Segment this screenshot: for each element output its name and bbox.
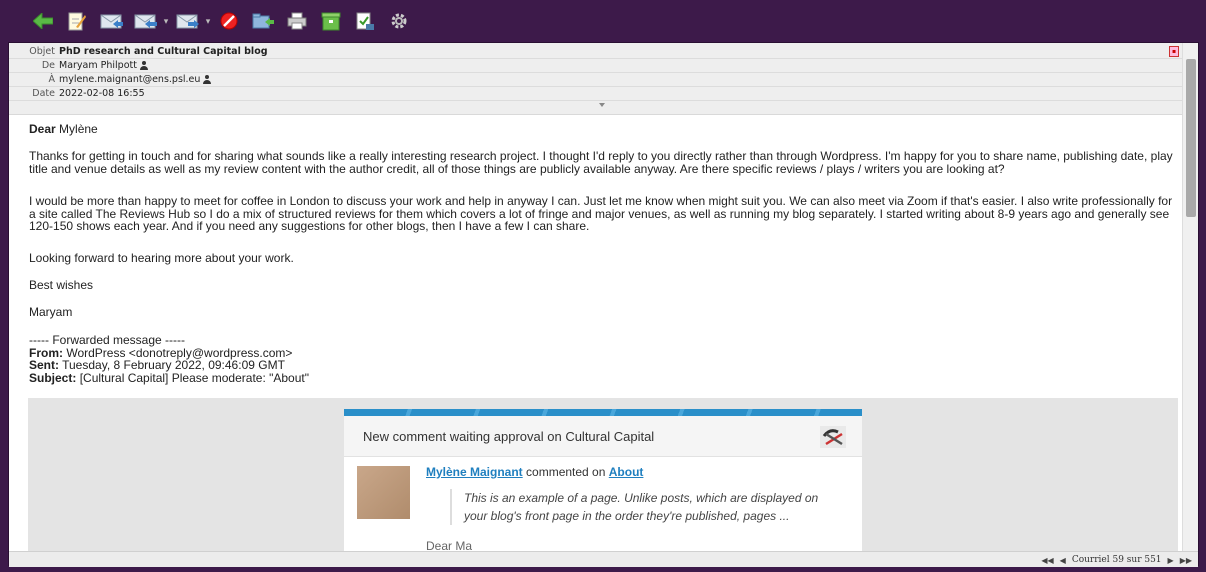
contact-icon[interactable] <box>203 75 212 84</box>
forward-icon[interactable] <box>170 6 204 36</box>
greeting-name: Mylène <box>59 122 98 136</box>
pdf-icon[interactable]: ▪ <box>1169 46 1179 57</box>
greeting: Dear Mylène <box>29 123 1179 136</box>
greeting-word: Dear <box>29 122 56 136</box>
comment-line: Mylène Maignant commented on About <box>426 465 643 479</box>
mark-icon[interactable] <box>348 6 382 36</box>
to-row: À mylene.maignant@ens.psl.eu <box>9 73 1183 87</box>
paragraph-3: Looking forward to hearing more about yo… <box>29 251 294 265</box>
toolbar: ▾ ▾ <box>0 0 1206 42</box>
forwarded-header: ----- Forwarded message ----- From: Word… <box>29 334 1179 384</box>
from-row: De Maryam Philpott <box>9 59 1183 73</box>
block-icon[interactable] <box>212 6 246 36</box>
from-label: De <box>41 60 55 71</box>
next-message-icon[interactable]: ▶ <box>1168 556 1174 565</box>
message-counter: Courriel 59 sur 551 <box>1071 555 1162 565</box>
comment-quote: This is an example of a page. Unlike pos… <box>450 489 840 525</box>
compose-icon[interactable] <box>60 6 94 36</box>
message-header: Objet PhD research and Cultural Capital … <box>9 43 1183 115</box>
forward-dropdown-icon[interactable]: ▾ <box>204 6 212 36</box>
notification-card: New comment waiting approval on Cultural… <box>344 409 862 551</box>
site-logo-icon <box>820 426 846 448</box>
to-value[interactable]: mylene.maignant@ens.psl.eu <box>59 74 212 85</box>
commenter-link[interactable]: Mylène Maignant <box>426 465 523 479</box>
contact-icon[interactable] <box>139 61 148 70</box>
signoff: Best wishes <box>29 278 94 292</box>
print-icon[interactable] <box>280 6 314 36</box>
card-stripe <box>344 409 862 416</box>
embedded-notification: New comment waiting approval on Cultural… <box>28 398 1178 551</box>
card-header: New comment waiting approval on Cultural… <box>344 416 862 457</box>
comment-body-cut: Dear Ma <box>426 539 473 551</box>
expand-header-icon[interactable] <box>599 103 605 107</box>
message-viewer: Objet PhD research and Cultural Capital … <box>8 42 1199 567</box>
commented-on-text: commented on <box>526 465 606 479</box>
to-address[interactable]: mylene.maignant@ens.psl.eu <box>59 74 200 85</box>
paragraph-1: Thanks for getting in touch and for shar… <box>29 149 1173 176</box>
reply-all-icon[interactable] <box>128 6 162 36</box>
post-link[interactable]: About <box>609 465 644 479</box>
subject-row: Objet PhD research and Cultural Capital … <box>9 45 1183 59</box>
avatar <box>357 466 410 519</box>
from-value[interactable]: Maryam Philpott <box>59 60 148 71</box>
vertical-scrollbar[interactable] <box>1182 43 1198 551</box>
date-value: 2022-02-08 16:55 <box>59 88 145 99</box>
scroll-thumb[interactable] <box>1186 59 1196 217</box>
reply-all-dropdown-icon[interactable]: ▾ <box>162 6 170 36</box>
forward-subject-label: Subject: <box>29 370 77 385</box>
to-label: À <box>48 74 56 85</box>
move-icon[interactable] <box>246 6 280 36</box>
back-arrow-icon[interactable] <box>26 6 60 36</box>
forward-subject: Subject: [Cultural Capital] Please moder… <box>29 370 1179 385</box>
previous-message-icon[interactable]: ◀ <box>1060 556 1066 565</box>
from-name[interactable]: Maryam Philpott <box>59 60 137 71</box>
message-navigation: ◀◀ ◀ Courriel 59 sur 551 ▶ ▶▶ <box>1041 555 1192 565</box>
gear-icon[interactable] <box>382 6 416 36</box>
status-bar: ◀◀ ◀ Courriel 59 sur 551 ▶ ▶▶ <box>9 551 1198 567</box>
subject-label: Objet <box>29 46 55 57</box>
paragraph-2: I would be more than happy to meet for c… <box>29 194 1173 233</box>
reply-icon[interactable] <box>94 6 128 36</box>
date-label: Date <box>32 88 55 99</box>
archive-icon[interactable] <box>314 6 348 36</box>
forward-subject-value: [Cultural Capital] Please moderate: "Abo… <box>79 370 309 385</box>
first-message-icon[interactable]: ◀◀ <box>1041 556 1053 565</box>
subject-value: PhD research and Cultural Capital blog <box>59 46 268 57</box>
date-row: Date 2022-02-08 16:55 <box>9 87 1183 101</box>
last-message-icon[interactable]: ▶▶ <box>1180 556 1192 565</box>
card-title: New comment waiting approval on Cultural… <box>363 429 655 444</box>
signature: Maryam <box>29 305 73 319</box>
